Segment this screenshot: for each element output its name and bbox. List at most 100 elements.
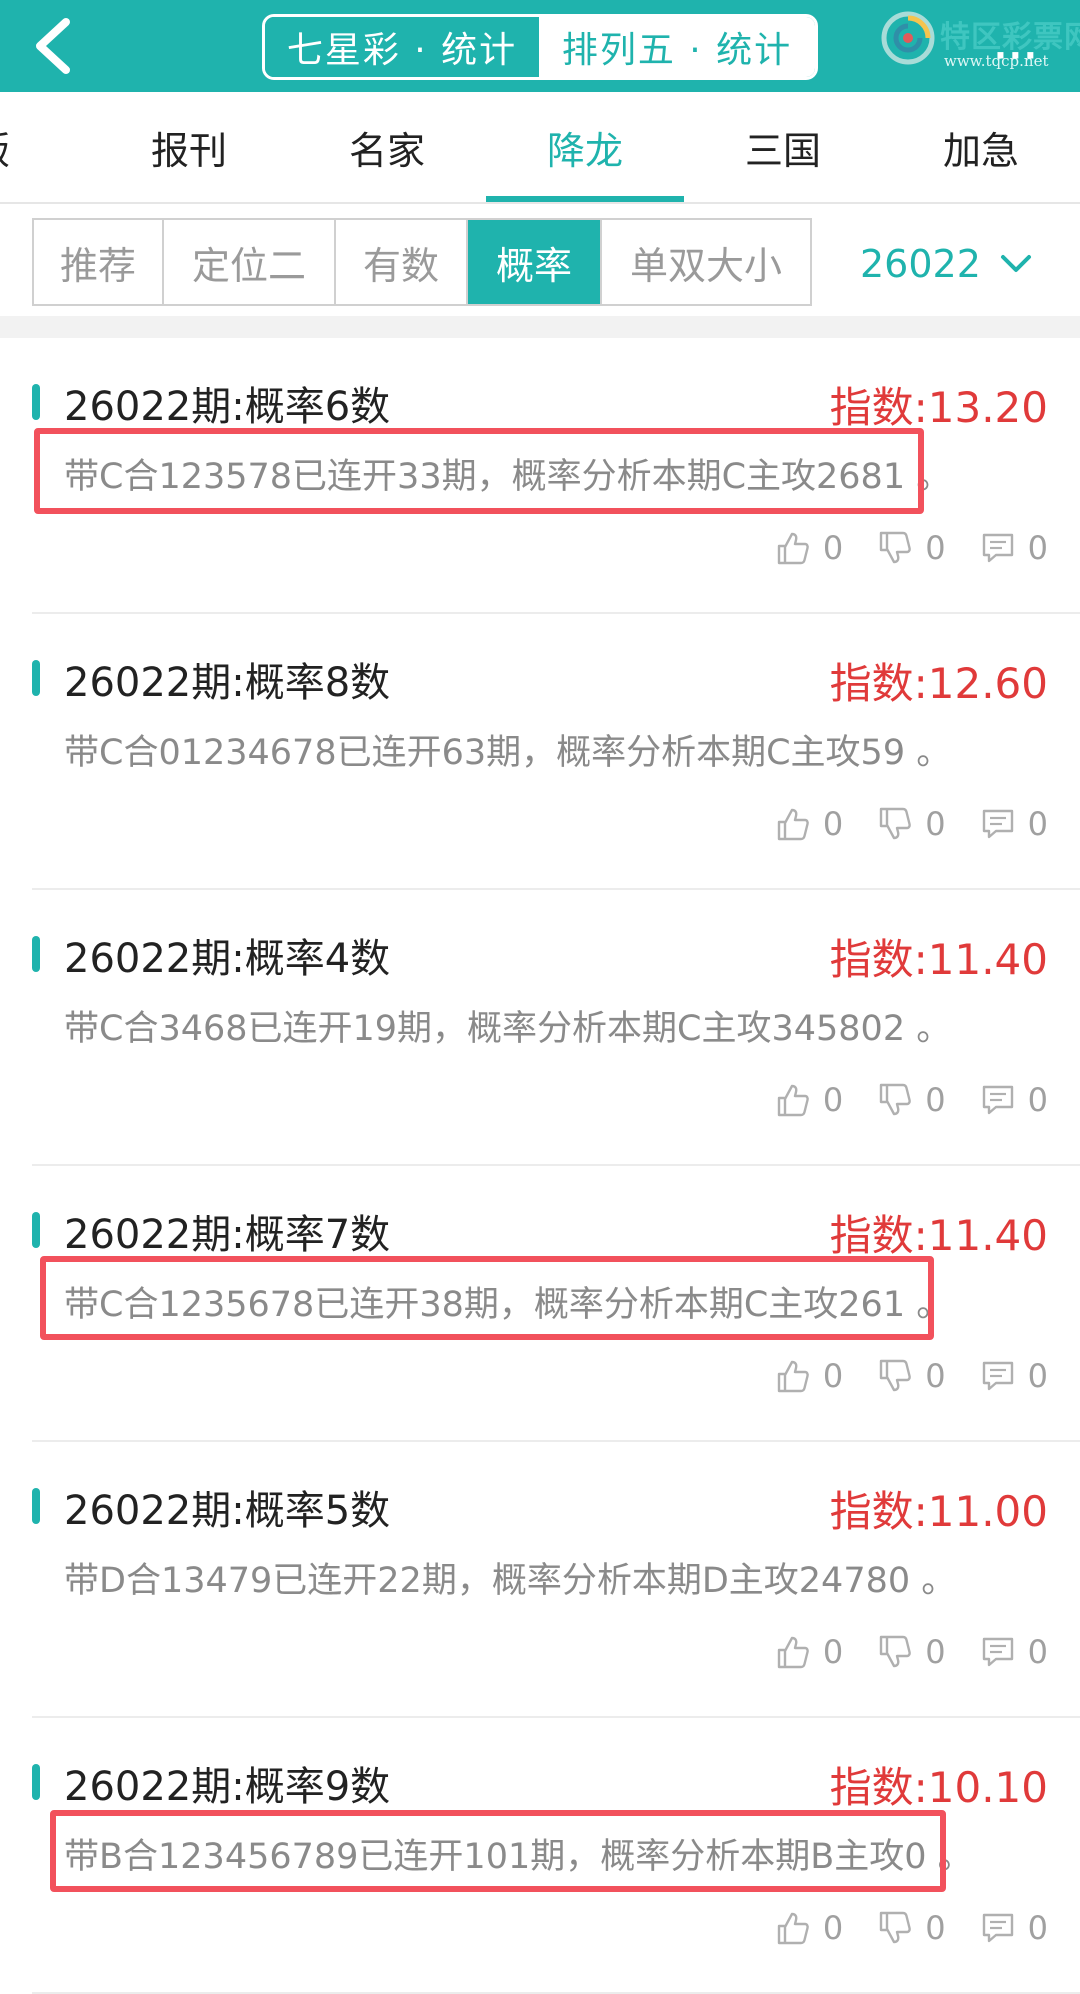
like-button[interactable]: 0: [775, 1081, 843, 1119]
title-accent-bar: [32, 1488, 40, 1524]
filter-row: 推荐 定位二 有数 概率 单双大小 26022: [0, 204, 1080, 316]
comment-button[interactable]: 0: [980, 1909, 1048, 1947]
comment-icon: [982, 1637, 1013, 1667]
count-value: 0: [1027, 805, 1048, 843]
item-description: 带D合13479已连开22期，概率分析本期D主攻24780 。: [64, 1561, 957, 1601]
count-value: 0: [925, 1909, 946, 1947]
item-title: 26022期:概率6数: [64, 384, 391, 430]
thumbs-up-icon: [777, 1912, 809, 1945]
chevron-left-icon: [36, 18, 70, 74]
comment-button[interactable]: 0: [980, 1081, 1048, 1119]
title-accent-bar: [32, 936, 40, 972]
list-item[interactable]: 26022期:概率5数 指数:11.00 带D合13479已连开22期，概率分析…: [0, 1442, 1080, 1718]
like-button[interactable]: 0: [775, 529, 843, 567]
section-gap: [0, 316, 1080, 338]
highlight-box: [50, 1810, 946, 1892]
item-index: 指数:12.60: [829, 659, 1048, 708]
count-value: 0: [925, 1357, 946, 1395]
tab-category-1[interactable]: 报刊: [90, 92, 288, 202]
list-item[interactable]: 26022期:概率4数 指数:11.40 带C合3468已连开19期，概率分析本…: [0, 890, 1080, 1166]
dislike-button[interactable]: 0: [877, 529, 946, 567]
title-accent-bar: [32, 1212, 40, 1248]
comment-button[interactable]: 0: [980, 1357, 1048, 1395]
count-value: 0: [822, 1909, 844, 1947]
filter-danshuang[interactable]: 单双大小: [602, 220, 810, 304]
filter-gailv[interactable]: 概率: [468, 220, 602, 304]
tab-category-5[interactable]: 加急: [882, 92, 1080, 202]
count-value: 0: [925, 529, 946, 567]
item-title: 26022期:概率9数: [64, 1764, 391, 1810]
item-actions: 0 0 0: [741, 1078, 1048, 1122]
item-title: 26022期:概率7数: [64, 1212, 391, 1258]
comment-button[interactable]: 0: [980, 529, 1048, 567]
like-button[interactable]: 0: [775, 1633, 843, 1671]
tab-qixingcai-stats[interactable]: 七星彩 · 统计: [265, 17, 539, 77]
count-value: 0: [1027, 1357, 1048, 1395]
like-button[interactable]: 0: [775, 1909, 843, 1947]
dislike-button[interactable]: 0: [877, 1633, 946, 1671]
thumbs-down-icon: [880, 1635, 912, 1668]
brand-logo-icon: [881, 11, 935, 65]
more-menu-icon[interactable]: ···: [994, 36, 1039, 76]
title-accent-bar: [32, 1764, 40, 1800]
filter-tuijian[interactable]: 推荐: [34, 220, 164, 304]
item-actions: 0 0 0: [741, 802, 1048, 846]
lottery-switch: 七星彩 · 统计 排列五 · 统计: [262, 14, 818, 80]
period-select[interactable]: 26022: [860, 234, 1033, 294]
count-value: 0: [822, 1633, 844, 1671]
period-value: 26022: [860, 242, 981, 286]
chevron-down-icon: [1000, 255, 1031, 272]
comment-icon: [982, 809, 1013, 839]
item-description: 带C合01234678已连开63期，概率分析本期C主攻59 。: [64, 733, 952, 773]
comment-button[interactable]: 0: [980, 1633, 1048, 1671]
comment-icon: [982, 1085, 1013, 1115]
tab-pailiewu-stats[interactable]: 排列五 · 统计: [539, 17, 815, 77]
list-item[interactable]: 26022期:概率7数 指数:11.40 带C合1235678已连开38期，概率…: [0, 1166, 1080, 1442]
list-item[interactable]: 26022期:概率8数 指数:12.60 带C合01234678已连开63期，概…: [0, 614, 1080, 890]
tab-category-2[interactable]: 名家: [288, 92, 486, 202]
item-title: 26022期:概率8数: [64, 660, 391, 706]
item-index: 指数:11.40: [829, 935, 1048, 984]
filter-dingwei[interactable]: 定位二: [164, 220, 336, 304]
count-value: 0: [822, 805, 844, 843]
like-button[interactable]: 0: [775, 1357, 843, 1395]
count-value: 0: [822, 1357, 844, 1395]
title-accent-bar: [32, 660, 40, 696]
count-value: 0: [925, 1081, 946, 1119]
item-description: 带C合3468已连开19期，概率分析本期C主攻345802 。: [64, 1009, 952, 1049]
comment-icon: [982, 533, 1013, 563]
thumbs-up-icon: [777, 532, 809, 565]
thumbs-up-icon: [777, 1084, 809, 1117]
item-actions: 0 0 0: [741, 526, 1048, 570]
back-button[interactable]: [20, 10, 90, 82]
item-actions: 0 0 0: [741, 1354, 1048, 1398]
dislike-button[interactable]: 0: [877, 805, 946, 843]
count-value: 0: [925, 1633, 946, 1671]
count-value: 0: [925, 805, 946, 843]
comment-button[interactable]: 0: [980, 805, 1048, 843]
filter-youshu[interactable]: 有数: [336, 220, 468, 304]
tab-category-3[interactable]: 降龙: [486, 92, 684, 202]
count-value: 0: [822, 1081, 844, 1119]
brand-watermark: 特区彩票网 www.tqcp.net: [878, 8, 1080, 78]
dislike-button[interactable]: 0: [877, 1909, 946, 1947]
tab-category-4[interactable]: 三国: [684, 92, 882, 202]
comment-icon: [982, 1361, 1013, 1391]
list-item[interactable]: 26022期:概率6数 指数:13.20 带C合123578已连开33期，概率分…: [0, 338, 1080, 614]
tab-category-0[interactable]: 版: [0, 92, 90, 202]
thumbs-down-icon: [880, 531, 912, 564]
comment-icon: [982, 1913, 1013, 1943]
dislike-button[interactable]: 0: [877, 1357, 946, 1395]
item-index: 指数:11.00: [829, 1487, 1048, 1536]
count-value: 0: [1027, 1633, 1048, 1671]
thumbs-down-icon: [880, 1911, 912, 1944]
item-actions: 0 0 0: [741, 1630, 1048, 1674]
list-item[interactable]: 26022期:概率9数 指数:10.10 带B合123456789已连开101期…: [0, 1718, 1080, 1994]
highlight-box: [40, 1256, 934, 1340]
item-title: 26022期:概率4数: [64, 936, 391, 982]
highlight-box: [34, 428, 924, 514]
count-value: 0: [1027, 1081, 1048, 1119]
like-button[interactable]: 0: [775, 805, 843, 843]
item-actions: 0 0 0: [741, 1906, 1048, 1950]
dislike-button[interactable]: 0: [877, 1081, 946, 1119]
